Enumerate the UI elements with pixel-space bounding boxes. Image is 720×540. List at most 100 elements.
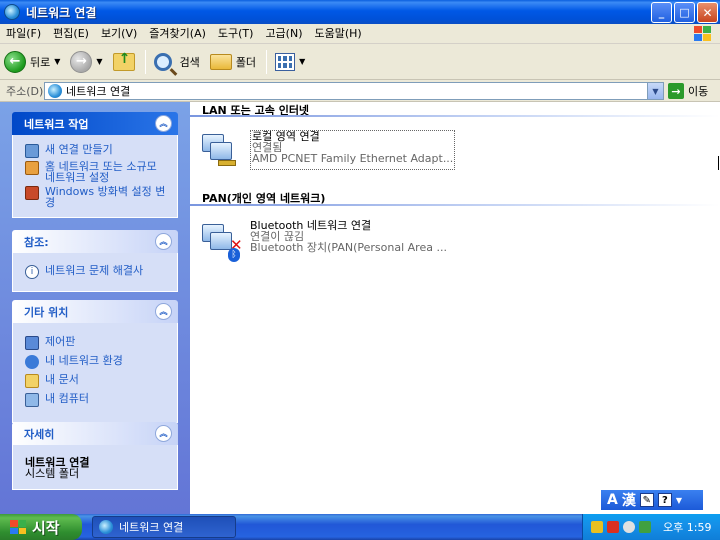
task-home-network-setup[interactable]: 홈 네트워크 또는 소규모 네트워크 설정	[25, 161, 169, 183]
other-places-body: 제어판 내 네트워크 환경 내 문서 내 컴퓨터	[12, 323, 178, 423]
folders-button[interactable]: 폴더	[206, 47, 260, 77]
see-also-body: i 네트워크 문제 해결사	[12, 253, 178, 292]
start-label: 시작	[32, 518, 60, 537]
network-status-icon[interactable]	[623, 521, 635, 533]
collapse-icon[interactable]: ︽	[155, 233, 172, 250]
taskbar-window-button[interactable]: 네트워크 연결	[92, 516, 236, 538]
folder-up-icon	[112, 51, 135, 71]
details-type: 시스템 폴더	[25, 467, 80, 480]
chevron-down-icon: ▼	[54, 57, 61, 66]
address-bar: 주소(D) 네트워크 연결 ▼ → 이동	[0, 80, 720, 102]
place-my-documents[interactable]: 내 문서	[25, 374, 169, 388]
collapse-icon[interactable]: ︽	[155, 303, 172, 320]
connection-bluetooth[interactable]: ✕ ᛒ Bluetooth 네트워크 연결 연결이 끊김 Bluetooth 장…	[200, 220, 447, 262]
start-button[interactable]: 시작	[0, 514, 82, 540]
back-button[interactable]: ← 뒤로 ▼	[0, 47, 64, 77]
maximize-button[interactable]: □	[674, 2, 695, 23]
clock[interactable]: 오후 1:59	[663, 519, 711, 535]
toolbar: ← 뒤로 ▼ → ▼ 검색 폴더 ▼	[0, 44, 720, 80]
taskbar: 시작 네트워크 연결 오후 1:59	[0, 514, 720, 540]
antivirus-icon[interactable]	[607, 521, 619, 533]
see-also-title: 참조:	[24, 235, 49, 249]
network-tasks-title: 네트워크 작업	[24, 117, 89, 131]
task-firewall-settings[interactable]: Windows 방화벽 설정 변경	[25, 186, 169, 208]
other-places-title: 기타 위치	[24, 305, 69, 319]
ime-pad-icon[interactable]: ✎	[639, 493, 654, 507]
connection-label-box: 로컬 영역 연결 연결됨 AMD PCNET Family Ethernet A…	[250, 130, 456, 170]
menu-edit[interactable]: 편집(E)	[47, 24, 95, 44]
input-language-indicator[interactable]: A	[607, 492, 618, 508]
other-places-header[interactable]: 기타 위치 ︽	[12, 300, 178, 323]
address-dropdown-button[interactable]: ▼	[647, 83, 663, 99]
network-connections-icon	[99, 520, 113, 534]
network-connections-icon	[4, 4, 20, 20]
place-my-computer[interactable]: 내 컴퓨터	[25, 393, 169, 407]
network-tasks-body: 새 연결 만들기 홈 네트워크 또는 소규모 네트워크 설정 Windows 방…	[12, 135, 178, 218]
menu-tools[interactable]: 도구(T)	[212, 24, 260, 44]
task-label: 네트워크 문제 해결사	[45, 264, 144, 277]
windows-logo-icon	[690, 25, 716, 43]
menu-advanced[interactable]: 고급(N)	[259, 24, 308, 44]
content-pane: LAN 또는 고속 인터넷 로컬 영역 연결 연결됨 AMD PCNET Fam…	[190, 102, 720, 514]
up-folder-button[interactable]	[109, 47, 139, 77]
title-bar: 네트워크 연결 _ □ ✕	[0, 0, 720, 24]
address-input[interactable]: 네트워크 연결 ▼	[44, 82, 664, 100]
hanja-indicator[interactable]: 漢	[622, 490, 636, 510]
details-header[interactable]: 자세히 ︽	[12, 422, 178, 445]
task-create-connection[interactable]: 새 연결 만들기	[25, 144, 169, 158]
control-panel-icon	[25, 336, 39, 350]
pc-shape	[210, 142, 232, 160]
close-button[interactable]: ✕	[697, 2, 718, 23]
menu-favorites[interactable]: 즐겨찾기(A)	[143, 24, 212, 44]
menu-help[interactable]: 도움말(H)	[309, 24, 368, 44]
back-label: 뒤로	[30, 55, 51, 69]
computer-icon	[25, 393, 39, 407]
search-label: 검색	[179, 55, 200, 69]
network-connections-icon	[48, 84, 62, 98]
task-label: 새 연결 만들기	[45, 143, 113, 156]
chevron-down-icon: ▼	[299, 57, 306, 66]
minimize-button[interactable]: _	[651, 2, 672, 23]
security-shield-icon[interactable]	[591, 521, 603, 533]
place-label: 내 네트워크 환경	[45, 354, 123, 367]
connection-device: Bluetooth 장치(PAN(Personal Area ...	[250, 241, 447, 254]
new-connection-icon	[25, 144, 39, 158]
home-network-icon	[25, 161, 39, 175]
see-also-panel: 참조: ︽ i 네트워크 문제 해결사	[12, 230, 178, 292]
connection-local-area[interactable]: 로컬 영역 연결 연결됨 AMD PCNET Family Ethernet A…	[200, 130, 456, 170]
lan-connection-icon	[200, 130, 240, 170]
language-bar[interactable]: A 漢 ✎ ? ▼	[600, 489, 704, 511]
pc-shape	[210, 232, 232, 250]
views-icon	[275, 52, 296, 71]
tray-app-icon[interactable]	[639, 521, 651, 533]
search-button[interactable]: 검색	[150, 47, 204, 77]
task-label: 홈 네트워크 또는 소규모 네트워크 설정	[45, 160, 157, 184]
toolbar-separator	[266, 49, 268, 74]
collapse-icon[interactable]: ︽	[155, 425, 172, 442]
chevron-down-icon[interactable]: ▼	[676, 496, 682, 505]
place-my-network[interactable]: 내 네트워크 환경	[25, 355, 169, 369]
go-label: 이동	[688, 85, 709, 98]
place-control-panel[interactable]: 제어판	[25, 336, 169, 350]
folder-icon	[209, 53, 232, 70]
menu-view[interactable]: 보기(V)	[95, 24, 143, 44]
place-label: 내 문서	[45, 373, 79, 386]
views-button[interactable]: ▼	[271, 47, 309, 77]
menu-bar: 파일(F) 편집(E) 보기(V) 즐겨찾기(A) 도구(T) 고급(N) 도움…	[0, 24, 720, 44]
go-button[interactable]: → 이동	[668, 83, 708, 99]
documents-icon	[25, 374, 39, 388]
menu-file[interactable]: 파일(F)	[0, 24, 47, 44]
forward-button[interactable]: → ▼	[66, 47, 106, 77]
details-title: 자세히	[24, 427, 55, 441]
help-icon[interactable]: ?	[657, 493, 672, 507]
task-troubleshooter[interactable]: i 네트워크 문제 해결사	[25, 265, 169, 279]
cable-shape	[218, 160, 236, 166]
see-also-header[interactable]: 참조: ︽	[12, 230, 178, 253]
collapse-icon[interactable]: ︽	[155, 115, 172, 132]
info-icon: i	[25, 265, 39, 279]
network-tasks-header[interactable]: 네트워크 작업 ︽	[12, 112, 178, 135]
connection-label-box: Bluetooth 네트워크 연결 연결이 끊김 Bluetooth 장치(PA…	[250, 220, 447, 260]
network-places-icon	[25, 355, 39, 369]
details-body: 네트워크 연결 시스템 폴더	[12, 445, 178, 490]
forward-arrow-icon: →	[70, 50, 93, 73]
